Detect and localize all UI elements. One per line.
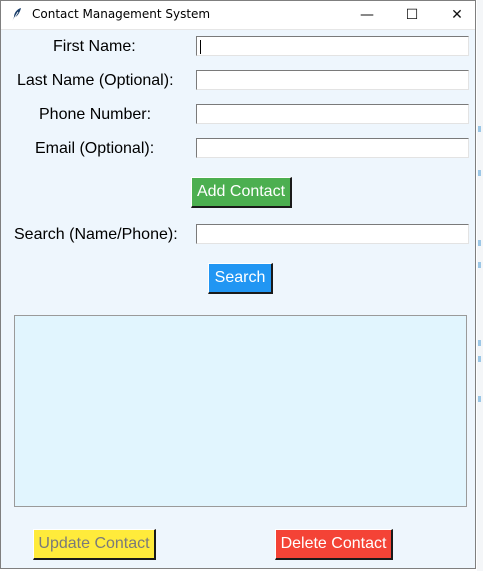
search-button[interactable]: Search [208,263,273,294]
contact-window: Contact Management System — ☐ ✕ First Na… [0,0,476,569]
email-label: Email (Optional): [35,140,155,157]
first-name-label: First Name: [53,38,136,55]
close-icon: ✕ [451,7,463,23]
title-bar[interactable]: Contact Management System — ☐ ✕ [1,1,475,30]
phone-label: Phone Number: [39,106,152,123]
contacts-listbox[interactable] [14,315,467,507]
phone-input[interactable] [196,104,469,124]
search-input[interactable] [196,224,469,244]
window-title: Contact Management System [32,7,211,21]
delete-contact-button[interactable]: Delete Contact [275,529,393,560]
last-name-label: Last Name (Optional): [17,72,174,89]
close-button[interactable]: ✕ [434,1,480,29]
add-contact-button[interactable]: Add Contact [191,177,292,208]
maximize-button[interactable]: ☐ [389,1,435,29]
maximize-icon: ☐ [405,7,419,23]
search-label: Search (Name/Phone): [14,226,178,243]
minimize-button[interactable]: — [344,1,390,29]
minimize-icon: — [360,7,374,23]
background-app-edge [477,0,483,571]
update-contact-button[interactable]: Update Contact [33,529,156,560]
feather-icon [11,8,21,23]
last-name-input[interactable] [196,70,469,90]
email-input[interactable] [196,138,469,158]
first-name-input[interactable] [196,36,469,56]
text-cursor [200,40,201,54]
